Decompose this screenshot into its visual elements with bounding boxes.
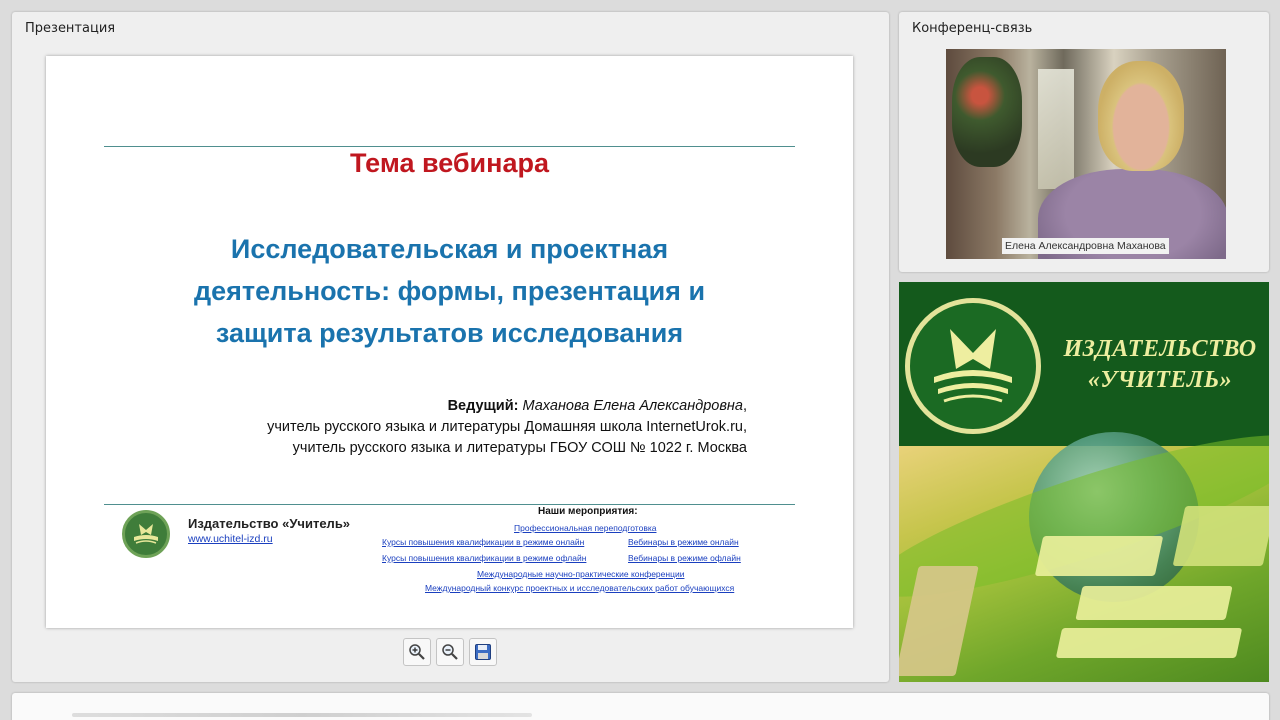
slide-top-rule — [104, 146, 795, 147]
book-illustration — [1075, 586, 1233, 620]
slide-topic: Исследовательская и проектная деятельнос… — [106, 228, 793, 354]
publisher-url-link[interactable]: www.uchitel-izd.ru — [188, 533, 273, 545]
slide-bottom-rule — [104, 504, 795, 505]
publisher-emblem-icon — [905, 298, 1041, 434]
event-link[interactable]: Профессиональная переподготовка — [514, 523, 656, 533]
participant-video[interactable]: Елена Александровна Маханова — [946, 49, 1226, 259]
slide-host-block: Ведущий: Маханова Елена Александровна, у… — [267, 396, 747, 459]
bottom-panel — [12, 693, 1269, 720]
book-illustration — [1034, 536, 1164, 576]
event-link[interactable]: Курсы повышения квалификации в режиме он… — [382, 537, 584, 547]
host-name-suffix: , — [742, 398, 747, 414]
book-illustration — [1172, 506, 1269, 566]
banner-header: ИЗДАТЕЛЬСТВО «УЧИТЕЛЬ» — [899, 282, 1269, 446]
slide-topic-line: защита результатов исследования — [215, 318, 684, 348]
banner-title-line2: «УЧИТЕЛЬ» — [1087, 367, 1233, 393]
slide-theme-title: Тема вебинара — [350, 148, 549, 178]
slide-host-line2: учитель русского языка и литературы Дома… — [267, 419, 747, 435]
participant-name-tag: Елена Александровна Маханова — [1002, 238, 1169, 254]
host-name: Маханова Елена Александровна — [522, 398, 743, 414]
events-title: Наши мероприятия: — [538, 506, 638, 517]
event-link[interactable]: Вебинары в режиме офлайн — [628, 553, 741, 563]
event-link[interactable]: Курсы повышения квалификации в режиме оф… — [382, 553, 586, 563]
presentation-slide: Тема вебинара Исследовательская и проект… — [46, 56, 853, 628]
zoom-in-icon — [409, 644, 425, 660]
slide-host-line1: Ведущий: Маханова Елена Александровна, — [267, 396, 747, 417]
zoom-in-button[interactable] — [403, 638, 431, 666]
participant-figure-head — [1098, 61, 1184, 171]
video-background-shelf — [1038, 69, 1074, 189]
presentation-panel-title: Презентация — [25, 21, 116, 36]
book-illustration — [1055, 628, 1243, 658]
publisher-logo-icon — [122, 510, 170, 558]
save-button[interactable] — [469, 638, 497, 666]
zoom-out-button[interactable] — [436, 638, 464, 666]
event-link[interactable]: Международный конкурс проектных и исслед… — [425, 583, 734, 593]
slide-host-line3: учитель русского языка и литературы ГБОУ… — [292, 440, 747, 456]
floppy-disk-icon — [475, 644, 491, 660]
event-link[interactable]: Вебинары в режиме онлайн — [628, 537, 739, 547]
banner-title: ИЗДАТЕЛЬСТВО «УЧИТЕЛЬ» — [1057, 334, 1263, 396]
slide-topic-line: Исследовательская и проектная — [230, 234, 669, 264]
banner-image — [899, 406, 1269, 682]
publisher-banner[interactable]: ИЗДАТЕЛЬСТВО «УЧИТЕЛЬ» — [899, 282, 1269, 682]
zoom-out-icon — [442, 644, 458, 660]
video-background-flowers — [952, 57, 1022, 167]
publisher-name: Издательство «Учитель» — [188, 516, 351, 531]
slide-topic-line: деятельность: формы, презентация и — [193, 276, 706, 306]
host-label: Ведущий: — [447, 398, 519, 414]
banner-title-line1: ИЗДАТЕЛЬСТВО — [1063, 336, 1257, 362]
conference-panel-title: Конференц-связь — [912, 21, 1033, 36]
event-link[interactable]: Международные научно-практические конфер… — [477, 569, 684, 579]
bottom-panel-content — [72, 713, 532, 717]
